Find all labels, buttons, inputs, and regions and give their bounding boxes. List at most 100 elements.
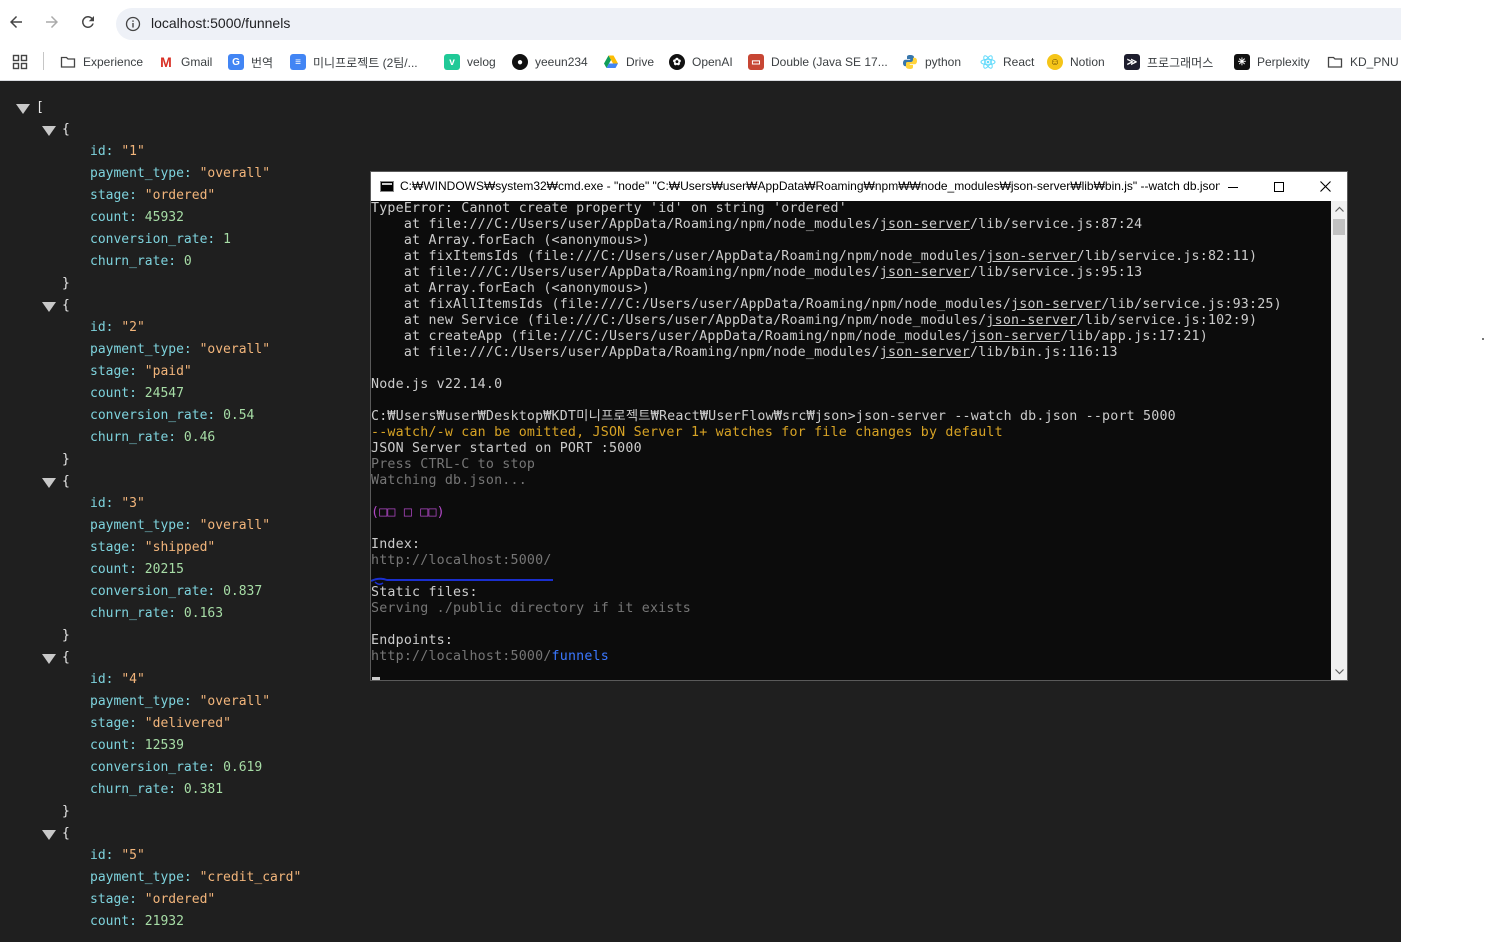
console-line: at createApp (file:///C:/Users/user/AppD…	[371, 329, 1208, 344]
site-info-icon[interactable]	[125, 16, 141, 32]
programmers-icon: ≫	[1124, 54, 1140, 70]
reload-button[interactable]	[76, 10, 100, 34]
bookmark-label: Perplexity	[1257, 55, 1310, 69]
bookmark-label: Gmail	[181, 55, 213, 69]
bookmark-label: 번역	[251, 55, 274, 70]
drive-icon	[604, 55, 618, 68]
static-files-text: Serving ./public directory if it exists	[371, 601, 692, 616]
bookmark-java-double[interactable]: ▭ Double (Java SE 17...	[748, 53, 888, 71]
bookmark-experience[interactable]: Experience	[60, 53, 143, 71]
console-line: at file:///C:/Users/user/AppData/Roaming…	[371, 217, 1143, 232]
json-close-brace: }	[62, 276, 70, 291]
oracle-icon: ▭	[748, 54, 764, 70]
node-version-line: Node.js v22.14.0	[371, 377, 503, 392]
scroll-up-button[interactable]	[1331, 201, 1347, 217]
collapse-triangle-icon[interactable]	[42, 126, 56, 136]
bookmark-label: Notion	[1070, 55, 1105, 69]
address-bar[interactable]: localhost:5000/funnels	[116, 8, 1401, 40]
bookmarks-bar: Experience M Gmail G 번역 ≡ 미니프로젝트 (2팀/...…	[0, 45, 1401, 81]
close-button[interactable]	[1302, 172, 1348, 201]
react-icon	[980, 55, 996, 69]
bookmarks-divider	[43, 52, 44, 70]
maximize-button[interactable]	[1256, 172, 1302, 201]
console-line: at fixAllItemsIds (file:///C:/Users/user…	[371, 297, 1282, 312]
bookmark-github[interactable]: ● yeeun234	[512, 53, 588, 71]
folder-icon	[1327, 56, 1343, 68]
cmd-scrollbar[interactable]	[1331, 201, 1347, 680]
json-field-stage: stage: "delivered"	[90, 716, 231, 731]
json-field-churn-rate: churn_rate: 0.46	[90, 430, 216, 445]
bookmark-programmers[interactable]: ≫ 프로그래머스	[1124, 53, 1213, 71]
console-line: at file:///C:/Users/user/AppData/Roaming…	[371, 345, 1118, 360]
endpoint-url[interactable]: http://localhost:5000/funnels	[371, 649, 609, 665]
json-field-conversion-rate: conversion_rate: 0.54	[90, 408, 255, 423]
bookmark-openai[interactable]: ✿ OpenAI	[669, 53, 733, 71]
bookmark-velog[interactable]: v velog	[444, 53, 496, 71]
json-open-bracket: [	[36, 100, 44, 115]
json-field-conversion-rate: conversion_rate: 0.619	[90, 760, 263, 775]
cmd-console-output[interactable]: TypeError: Cannot create property 'id' o…	[371, 201, 1331, 680]
json-field-stage: stage: "paid"	[90, 364, 192, 379]
collapse-triangle-icon[interactable]	[42, 478, 56, 488]
json-field-conversion-rate: conversion_rate: 0.837	[90, 584, 263, 599]
openai-icon: ✿	[669, 54, 685, 70]
json-field-churn-rate: churn_rate: 0.381	[90, 782, 224, 797]
json-field-payment-type: payment_type: "overall"	[90, 166, 271, 181]
json-field-churn-rate: churn_rate: 0	[90, 254, 192, 269]
arrow-left-icon	[10, 16, 22, 28]
bookmark-kd-pnu[interactable]: KD_PNU	[1327, 53, 1399, 71]
command-prompt-line: C:₩Users₩user₩Desktop₩KDT미니프로젝트₩React₩Us…	[371, 409, 1176, 424]
bookmark-perplexity[interactable]: ✳ Perplexity	[1234, 53, 1310, 71]
collapse-triangle-icon[interactable]	[16, 104, 30, 114]
bookmark-label: 프로그래머스	[1147, 55, 1214, 70]
json-field-stage: stage: "ordered"	[90, 188, 216, 203]
docs-icon: ≡	[290, 54, 306, 70]
endpoints-label: Endpoints:	[371, 633, 454, 648]
desktop-speck	[1482, 338, 1484, 340]
bookmark-notion[interactable]: ☺ Notion	[1047, 53, 1105, 71]
apps-grid-icon	[12, 54, 28, 70]
notion-smiley-icon: ☺	[1047, 54, 1063, 70]
velog-icon: v	[444, 54, 460, 70]
cmd-window[interactable]: C:₩WINDOWS₩system32₩cmd.exe - "node" "C:…	[370, 171, 1348, 681]
server-started-line: JSON Server started on PORT :5000	[371, 441, 642, 456]
collapse-triangle-icon[interactable]	[42, 302, 56, 312]
json-field-count: count: 21932	[90, 914, 184, 929]
collapse-triangle-icon[interactable]	[42, 830, 56, 840]
scroll-down-button[interactable]	[1331, 664, 1347, 680]
folder-icon	[60, 56, 76, 68]
json-field-stage: stage: "shipped"	[90, 540, 216, 555]
cmd-title-bar[interactable]: C:₩WINDOWS₩system32₩cmd.exe - "node" "C:…	[371, 172, 1347, 201]
translate-icon: G	[228, 54, 244, 70]
json-field-id: id: "4"	[90, 672, 145, 687]
index-url[interactable]: http://localhost:5000/	[371, 553, 552, 569]
collapse-triangle-icon[interactable]	[42, 654, 56, 664]
chevron-down-icon	[1334, 669, 1344, 675]
bookmark-drive[interactable]: Drive	[603, 53, 654, 71]
minimize-icon	[1228, 186, 1238, 188]
json-field-id: id: "2"	[90, 320, 145, 335]
apps-button[interactable]	[12, 53, 28, 71]
bookmark-mini-project[interactable]: ≡ 미니프로젝트 (2팀/...	[290, 53, 418, 71]
bookmark-translate[interactable]: G 번역	[228, 53, 273, 71]
minimize-button[interactable]	[1210, 172, 1256, 201]
back-button[interactable]	[4, 10, 28, 34]
reload-icon	[81, 15, 94, 28]
cmd-app-icon	[380, 181, 394, 192]
bookmark-react[interactable]: React	[980, 53, 1034, 71]
cmd-window-title: C:₩WINDOWS₩system32₩cmd.exe - "node" "C:…	[400, 179, 1220, 193]
console-cursor	[372, 677, 380, 680]
forward-button[interactable]	[40, 10, 64, 34]
python-icon	[903, 55, 917, 69]
bookmark-python[interactable]: python	[902, 53, 961, 71]
bookmark-label: yeeun234	[535, 55, 588, 69]
bookmark-gmail[interactable]: M Gmail	[158, 53, 212, 71]
maximize-icon	[1274, 181, 1284, 192]
arrow-right-icon	[46, 16, 58, 28]
json-field-conversion-rate: conversion_rate: 1	[90, 232, 231, 247]
bookmark-label: Drive	[626, 55, 655, 69]
json-open-brace: {	[62, 826, 70, 841]
scroll-thumb[interactable]	[1333, 219, 1345, 235]
json-close-brace: }	[62, 804, 70, 819]
github-icon: ●	[512, 54, 528, 70]
